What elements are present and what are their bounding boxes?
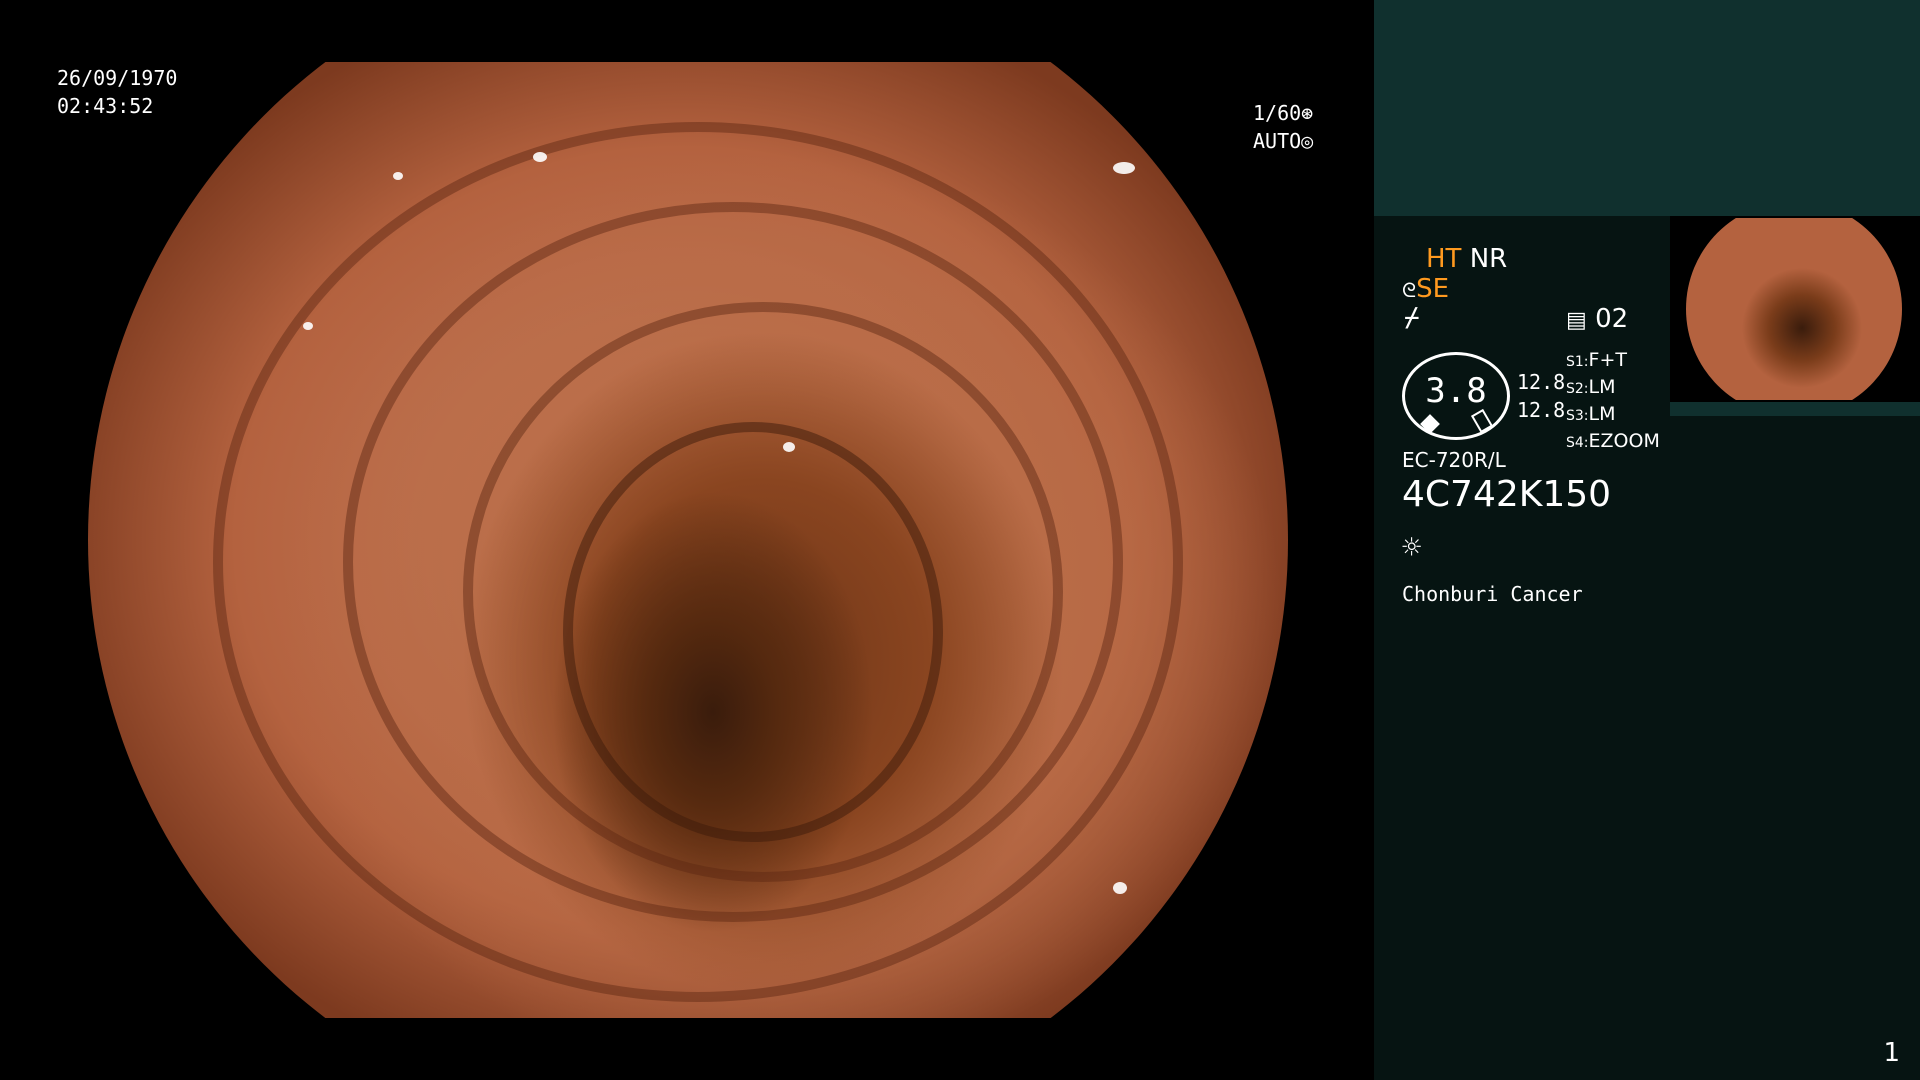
setting-key: S3: <box>1566 408 1589 424</box>
date-time-readout: 26/09/1970 02:43:52 <box>57 64 177 120</box>
info-panel: HT NR ᘓSE ⌿ ▤ 02 3.8 12.8 12.8 S1:F+T S2… <box>1374 0 1920 1080</box>
memory-indicator: ▤ 02 <box>1566 304 1628 334</box>
gauge-readout-2: 12.8 <box>1517 398 1566 422</box>
memory-number: 02 <box>1595 304 1629 334</box>
setting-row: S1:F+T <box>1566 348 1660 375</box>
captured-thumbnail[interactable] <box>1670 216 1920 402</box>
zoom-gauge: 3.8 <box>1402 352 1510 440</box>
scope-model: EC-720R/L <box>1402 448 1506 472</box>
panel-header-block <box>1374 0 1920 216</box>
thumbnail-caption-bar <box>1670 402 1920 416</box>
setting-value: EZOOM <box>1588 430 1660 452</box>
mode-nr-label: NR <box>1469 244 1508 274</box>
shutter-speed-text: 1/60 <box>1253 101 1302 125</box>
gauge-readout-1: 12.8 <box>1517 370 1566 394</box>
mode-row-ht-nr: HT NR <box>1426 244 1507 274</box>
light-source-icon: ☼ <box>1402 528 1422 566</box>
light-reflection <box>1113 162 1135 174</box>
setting-key: S2: <box>1566 381 1589 397</box>
light-reflection <box>303 322 313 330</box>
light-reflection <box>783 442 795 452</box>
time-text: 02:43:52 <box>57 94 154 118</box>
gauge-right-marker-icon <box>1470 408 1494 434</box>
light-reflection <box>393 172 403 180</box>
setting-value: F+T <box>1588 349 1627 371</box>
exposure-readout: 1/60⊛ AUTO◎ <box>1253 99 1313 155</box>
setting-key: S4: <box>1566 435 1589 451</box>
endoscopic-image <box>88 62 1288 1018</box>
facility-name: Chonburi Cancer <box>1402 582 1583 606</box>
memory-icon: ▤ <box>1566 308 1587 333</box>
mucosal-fold <box>563 422 943 842</box>
setting-row: S2:LM <box>1566 375 1660 402</box>
exposure-mode-text: AUTO <box>1253 129 1302 153</box>
contrast-icon: ⌿ <box>1404 303 1420 333</box>
setting-key: S1: <box>1566 354 1589 370</box>
zoom-value: 3.8 <box>1425 371 1487 411</box>
switch-settings-list: S1:F+T S2:LM S3:LM S4:EZOOM <box>1566 348 1660 456</box>
thumbnail-image <box>1686 218 1902 400</box>
aperture-icon: ⊛ <box>1301 101 1314 125</box>
exposure-row: AUTO◎ <box>1253 127 1313 155</box>
setting-value: LM <box>1588 376 1616 398</box>
light-reflection <box>1113 882 1127 894</box>
setting-row: S4:EZOOM <box>1566 429 1660 456</box>
mode-ht-label: HT <box>1426 244 1462 274</box>
gauge-left-marker-icon <box>1420 414 1440 434</box>
iris-icon: ◎ <box>1301 129 1314 153</box>
date-text: 26/09/1970 <box>57 66 178 90</box>
setting-row: S3:LM <box>1566 402 1660 429</box>
light-reflection <box>533 152 547 162</box>
structure-enhance-icon: ᘓ <box>1402 278 1417 302</box>
shutter-row: 1/60⊛ <box>1253 99 1313 127</box>
page-number: 1 <box>1883 1038 1900 1068</box>
endoscopy-viewer: 26/09/1970 02:43:52 1/60⊛ AUTO◎ <box>0 0 1374 1080</box>
mode-se-label: SE <box>1416 274 1450 304</box>
scope-serial: 4C742K150 <box>1402 474 1612 515</box>
setting-value: LM <box>1588 403 1616 425</box>
mode-row-se: ᘓSE <box>1402 274 1449 304</box>
